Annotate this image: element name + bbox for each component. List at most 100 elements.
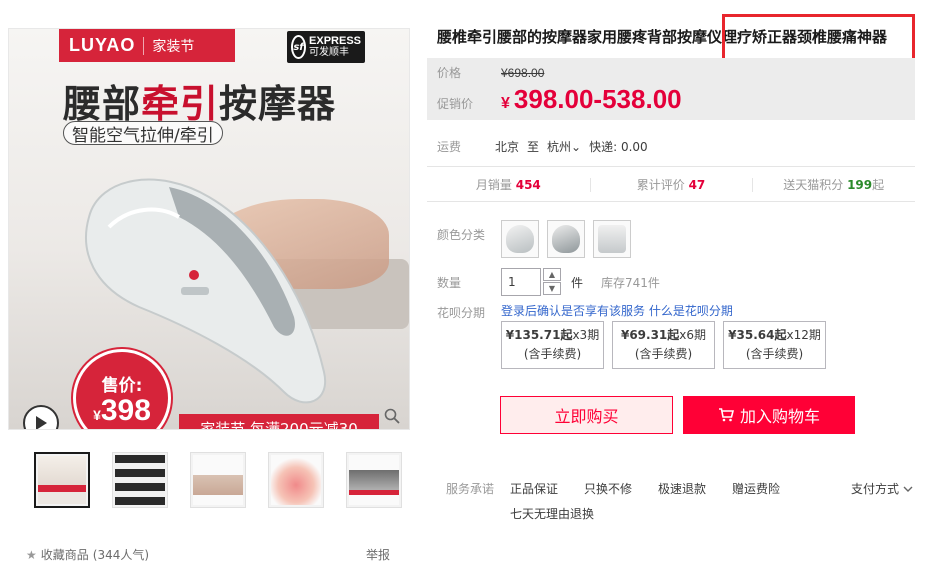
points-suffix: 起 (872, 177, 885, 192)
installment-amount: ¥135.71起x3期 (506, 326, 599, 345)
sf-logo-icon: sf (291, 35, 307, 59)
headline-highlight: 牵引 (141, 82, 220, 126)
installment-fee: (含手续费) (634, 347, 693, 361)
promo-price-row: 促销价 ¥398.00-538.00 (437, 84, 682, 115)
shipping-label: 运费 (437, 140, 462, 154)
color-label: 颜色分类 (437, 228, 486, 242)
add-to-cart-button[interactable]: 加入购物车 (683, 396, 855, 434)
quantity-input[interactable]: 1 (501, 268, 541, 296)
shipping-destination-select[interactable]: 杭州⌄ (547, 138, 581, 155)
promo-price-value: 398.00-538.00 (513, 84, 682, 114)
color-option-row: 颜色分类 (437, 220, 631, 258)
huabei-help-link[interactable]: 什么是花呗分期 (649, 304, 733, 318)
installment-fee: (含手续费) (523, 347, 582, 361)
image-price-value: ¥398 (93, 393, 151, 427)
brand-logo: LUYAO (69, 35, 136, 55)
monthly-sales-label: 月销量 (475, 177, 512, 192)
quantity-row: 数量 1 ▲ ▼ 件 库存741件 (437, 268, 660, 296)
installment-period: x3期 (572, 327, 600, 342)
sf-badge-line1: EXPRESS (309, 34, 361, 47)
shipping-to-word: 至 (527, 140, 540, 154)
original-price-row: 价格 ¥698.00 (437, 64, 544, 81)
favorite-popularity: (344人气) (92, 548, 150, 562)
banner-divider (143, 36, 145, 55)
installment-amount-value: ¥135.71起 (505, 327, 573, 342)
huabei-login-link[interactable]: 登录后确认是否享有该服务 (501, 304, 645, 318)
zoom-button[interactable] (381, 405, 403, 427)
favorite-link[interactable]: ★ 收藏商品 (344人气) (26, 546, 149, 563)
image-promo-bar: 家装节 每满200元减30 (179, 414, 379, 429)
installment-option-3[interactable]: ¥135.71起x3期 (含手续费) (501, 321, 604, 369)
color-swatch-3[interactable] (593, 220, 631, 258)
shipping-destination: 杭州 (547, 140, 572, 154)
headline-pre: 腰部 (63, 82, 142, 126)
buy-now-button[interactable]: 立即购买 (500, 396, 673, 434)
payment-method-dropdown[interactable]: 支付方式 (851, 480, 913, 497)
installment-options: ¥135.71起x3期 (含手续费) ¥69.31起x6期 (含手续费) ¥35… (501, 321, 826, 369)
service-item[interactable]: 正品保证 (510, 480, 558, 497)
huabei-label: 花呗分期 (437, 306, 486, 320)
image-price-label: 售价: (101, 375, 143, 396)
shipping-value: 北京 至 杭州⌄ 快递: 0.00 (495, 138, 648, 155)
report-link[interactable]: 举报 (366, 546, 390, 563)
points-value: 199 (847, 177, 873, 192)
original-price: ¥698.00 (501, 66, 545, 80)
quantity-decrease-button[interactable]: ▼ (543, 282, 561, 295)
product-main-image[interactable]: LUYAO 家装节 sf EXPRESS 可发顺丰 腰部牵引按摩器 智能空气拉伸… (8, 28, 410, 430)
monthly-sales-value: 454 (515, 177, 541, 192)
points-stat: 送天猫积分 199起 (752, 176, 915, 193)
shipping-row: 运费 北京 至 杭州⌄ 快递: 0.00 (437, 138, 648, 155)
thumbnail-1[interactable] (34, 452, 90, 508)
installment-amount-value: ¥35.64起 (728, 327, 787, 342)
chevron-down-icon (903, 486, 913, 492)
quantity-label: 数量 (437, 275, 462, 290)
installment-amount-value: ¥69.31起 (620, 327, 680, 342)
stock-count: 库存741件 (601, 275, 660, 290)
magnifier-icon (384, 408, 400, 424)
shipping-from: 北京 (495, 140, 520, 154)
thumbnail-5[interactable] (346, 452, 402, 508)
shipping-fee: 快递: 0.00 (589, 140, 648, 154)
headline-post: 按摩器 (219, 82, 337, 126)
image-price-currency: ¥ (93, 406, 101, 423)
service-promise-row: 服务承诺 正品保证 只换不修 极速退款 赠运费险 七天无理由退换 (446, 480, 810, 522)
thumbnail-4[interactable] (268, 452, 324, 508)
installment-option-12[interactable]: ¥35.64起x12期 (含手续费) (723, 321, 826, 369)
quantity-stepper: ▲ ▼ (543, 268, 561, 296)
color-swatch-2[interactable] (547, 220, 585, 258)
promo-price-currency: ¥ (501, 95, 510, 112)
installment-amount: ¥69.31起x6期 (621, 326, 706, 345)
service-item[interactable]: 赠运费险 (732, 480, 780, 497)
thumbnail-3[interactable] (190, 452, 246, 508)
color-swatch-1[interactable] (501, 220, 539, 258)
service-item[interactable]: 只换不修 (584, 480, 632, 497)
image-price-number: 398 (100, 393, 151, 427)
chevron-down-icon: ⌄ (571, 140, 582, 154)
installment-option-6[interactable]: ¥69.31起x6期 (含手续费) (612, 321, 715, 369)
image-subline: 智能空气拉伸/牵引 (63, 121, 223, 146)
service-item[interactable]: 极速退款 (658, 480, 706, 497)
reviews-value: 47 (688, 177, 706, 192)
main-image-canvas: LUYAO 家装节 sf EXPRESS 可发顺丰 腰部牵引按摩器 智能空气拉伸… (9, 29, 409, 429)
promo-price: ¥398.00-538.00 (501, 84, 682, 115)
points-label: 送天猫积分 (783, 177, 844, 192)
add-to-cart-label: 加入购物车 (739, 407, 820, 426)
banner-tag: 家装节 (152, 38, 195, 55)
cart-icon (718, 408, 734, 422)
stats-bar: 月销量 454 累计评价 47 送天猫积分 199起 (427, 166, 915, 202)
color-swatches (501, 220, 631, 258)
brand-banner: LUYAO 家装节 (59, 29, 235, 62)
sf-badge-text: EXPRESS 可发顺丰 (309, 34, 361, 58)
star-icon: ★ (26, 547, 37, 562)
quantity-increase-button[interactable]: ▲ (543, 268, 561, 281)
installment-fee: (含手续费) (745, 347, 804, 361)
payment-method-label: 支付方式 (851, 482, 900, 496)
thumbnail-2[interactable] (112, 452, 168, 508)
reviews-label: 累计评价 (636, 177, 685, 192)
installment-amount: ¥35.64起x12期 (728, 326, 821, 345)
quantity-unit: 件 (571, 275, 584, 290)
reviews-stat[interactable]: 累计评价 47 (589, 176, 753, 193)
monthly-sales-stat: 月销量 454 (427, 176, 590, 193)
huabei-info: 登录后确认是否享有该服务 什么是花呗分期 (501, 302, 826, 319)
service-item[interactable]: 七天无理由退换 (510, 505, 594, 522)
